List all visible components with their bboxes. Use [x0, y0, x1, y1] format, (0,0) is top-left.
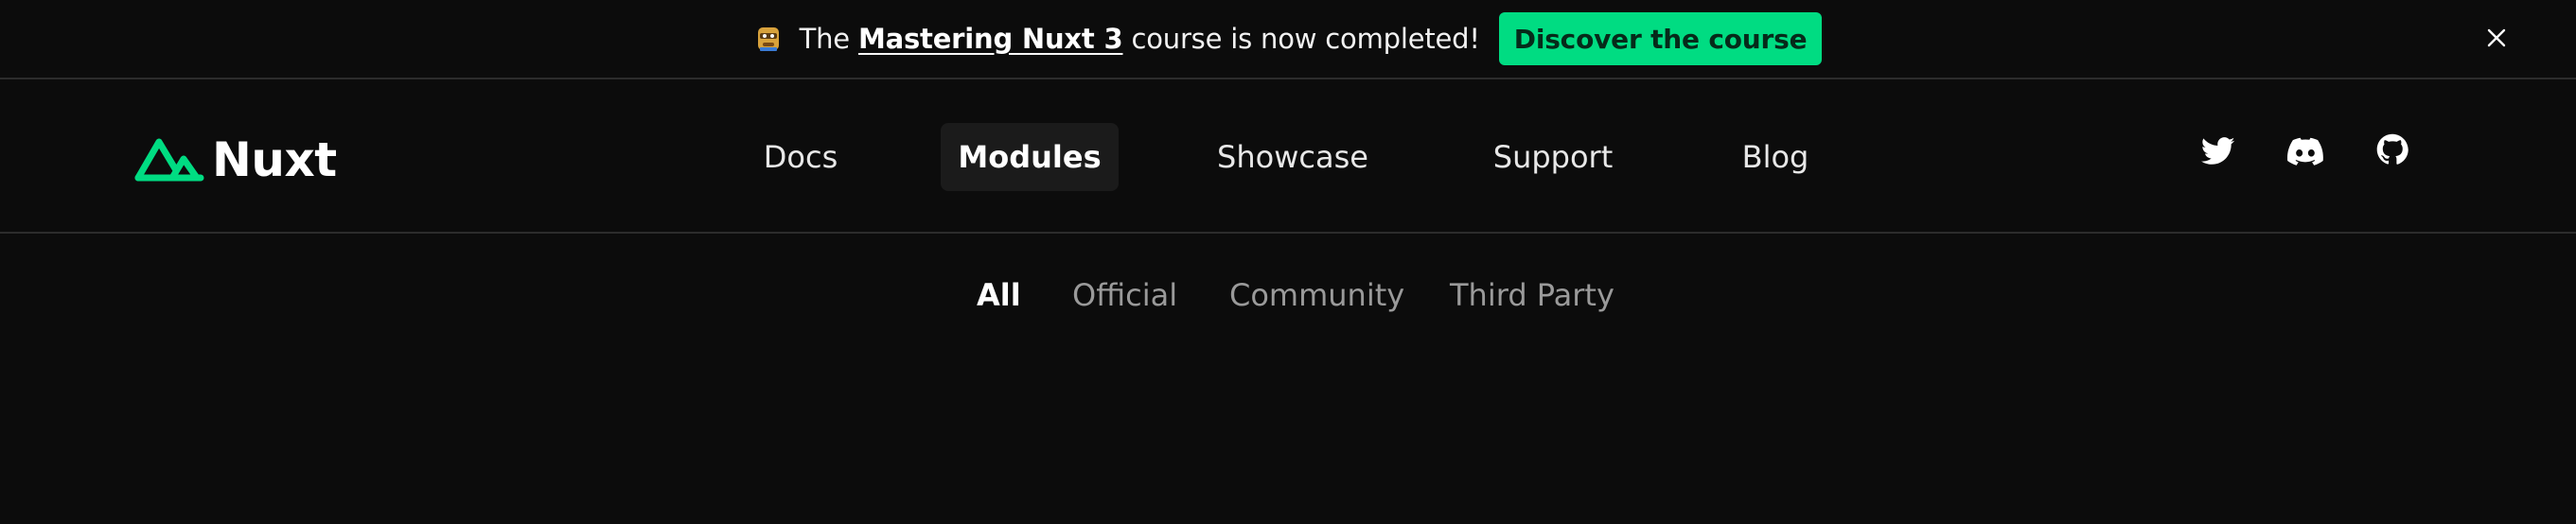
nav-support[interactable]: Support: [1484, 123, 1622, 191]
close-banner-button[interactable]: [2479, 23, 2514, 57]
filter-all[interactable]: All: [977, 265, 1021, 325]
discover-course-button[interactable]: Discover the course: [1498, 12, 1823, 65]
filter-community[interactable]: Community: [1229, 265, 1404, 325]
twitter-icon: [2201, 137, 2235, 169]
module-filters: All Official Community Third Party: [0, 265, 2576, 325]
main-nav: Docs Modules Showcase Support Blog: [0, 123, 2576, 191]
announcement-text-before: The: [799, 23, 858, 55]
site-header: Nuxt Docs Modules Showcase Support Blog: [0, 81, 2576, 234]
nav-docs[interactable]: Docs: [748, 123, 854, 191]
mastering-nuxt-link[interactable]: Mastering Nuxt 3: [858, 23, 1123, 55]
announcement-text-after: course is now completed!: [1122, 23, 1480, 55]
nav-showcase[interactable]: Showcase: [1209, 123, 1376, 191]
discord-link[interactable]: [2286, 134, 2324, 172]
github-link[interactable]: [2373, 132, 2411, 170]
nav-modules[interactable]: Modules: [941, 123, 1119, 191]
announcement-banner: The Mastering Nuxt 3 course is now compl…: [0, 0, 2576, 79]
discord-icon: [2287, 137, 2323, 169]
filter-official[interactable]: Official: [1072, 265, 1177, 325]
announcement-content: The Mastering Nuxt 3 course is now compl…: [0, 0, 2576, 78]
twitter-link[interactable]: [2199, 134, 2237, 172]
github-icon: [2376, 133, 2408, 169]
announcement-text: The Mastering Nuxt 3 course is now compl…: [800, 23, 1480, 55]
nav-blog[interactable]: Blog: [1728, 123, 1823, 191]
mastering-nuxt-emoji-icon: [754, 25, 783, 53]
filter-third-party[interactable]: Third Party: [1450, 265, 1614, 325]
close-icon: [2486, 27, 2507, 52]
